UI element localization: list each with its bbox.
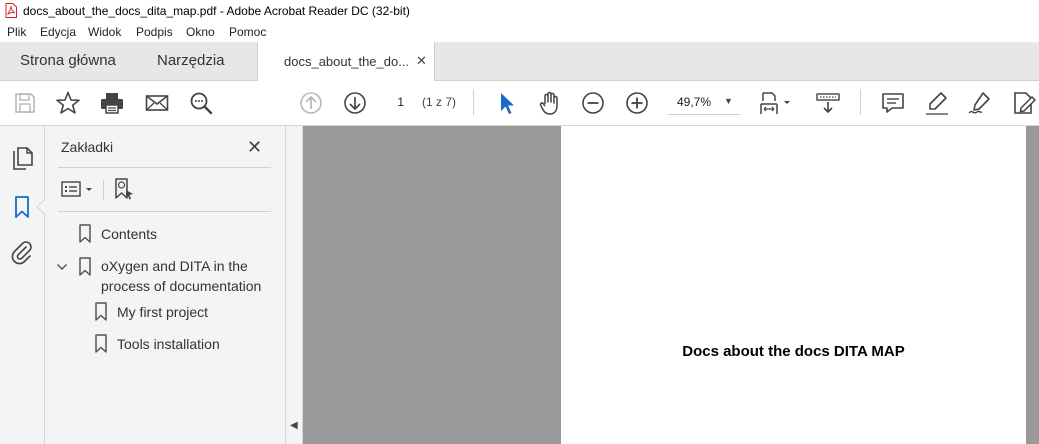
page-number-field[interactable]: 1 bbox=[386, 91, 416, 113]
page-number-value: 1 bbox=[397, 95, 404, 109]
bookmarks-icon[interactable] bbox=[11, 194, 35, 220]
bookmark-icon bbox=[79, 224, 91, 243]
save-icon[interactable] bbox=[12, 90, 38, 116]
comment-icon[interactable] bbox=[880, 90, 906, 116]
menu-podpis[interactable]: Podpis bbox=[136, 25, 173, 39]
search-icon[interactable] bbox=[188, 90, 214, 116]
menu-okno[interactable]: Okno bbox=[186, 25, 215, 39]
new-bookmark-icon[interactable] bbox=[112, 177, 136, 201]
attachments-icon[interactable] bbox=[9, 239, 35, 265]
edit-pdf-icon[interactable] bbox=[1011, 90, 1037, 116]
tab-bar bbox=[0, 42, 1039, 81]
prev-page-icon[interactable] bbox=[298, 90, 324, 116]
zoom-in-icon[interactable] bbox=[624, 90, 650, 116]
panel-toolbar-separator bbox=[103, 180, 104, 200]
menu-pomoc[interactable]: Pomoc bbox=[229, 25, 266, 39]
sign-icon[interactable] bbox=[967, 90, 993, 116]
print-icon[interactable] bbox=[99, 90, 125, 116]
toolbar-separator bbox=[860, 89, 861, 115]
zoom-select[interactable]: 49,7% ▼ bbox=[668, 92, 740, 115]
tab-document-label: docs_about_the_do... bbox=[284, 54, 410, 69]
menu-widok[interactable]: Widok bbox=[88, 25, 121, 39]
bookmark-item[interactable]: Contents bbox=[60, 221, 280, 247]
page-thumbnails-icon[interactable] bbox=[11, 146, 35, 172]
bookmark-label: My first project bbox=[117, 304, 209, 320]
document-heading: Docs about the docs DITA MAP bbox=[682, 343, 905, 360]
close-panel-icon[interactable]: ✕ bbox=[247, 137, 262, 158]
bookmark-item[interactable]: oXygen and DITA in the process of docume… bbox=[54, 256, 282, 298]
bookmark-label: Contents bbox=[101, 226, 158, 242]
bookmark-label: Tools installation bbox=[117, 336, 220, 352]
bookmark-label-line2: process of documentation bbox=[101, 278, 262, 294]
menu-plik[interactable]: Plik bbox=[7, 25, 26, 39]
navigation-rail bbox=[0, 126, 45, 444]
panel-divider bbox=[58, 211, 271, 212]
pdf-page bbox=[561, 126, 1026, 444]
bookmark-icon bbox=[79, 257, 91, 276]
page-count: (1 z 7) bbox=[422, 95, 457, 109]
close-tab-icon[interactable]: ✕ bbox=[416, 53, 427, 69]
tab-home[interactable]: Strona główna bbox=[20, 52, 116, 69]
toolbar-separator bbox=[473, 89, 474, 115]
select-cursor-icon[interactable] bbox=[494, 90, 520, 116]
bookmark-label: oXygen and DITA in the bbox=[101, 258, 248, 274]
panel-divider bbox=[58, 167, 271, 168]
menu-edycja[interactable]: Edycja bbox=[40, 25, 76, 39]
active-panel-pointer bbox=[36, 199, 45, 215]
bookmark-icon bbox=[95, 334, 107, 353]
hand-icon[interactable] bbox=[537, 90, 563, 116]
document-view-margin bbox=[1026, 126, 1039, 444]
window-title: docs_about_the_docs_dita_map.pdf - Adobe… bbox=[23, 4, 410, 18]
panel-splitter[interactable] bbox=[285, 126, 303, 444]
pdf-file-icon bbox=[5, 3, 17, 18]
zoom-value: 49,7% bbox=[677, 95, 712, 109]
bookmark-item[interactable]: My first project bbox=[90, 300, 280, 326]
fit-page-icon[interactable] bbox=[758, 90, 796, 116]
bookmark-options-icon[interactable] bbox=[61, 179, 97, 199]
star-icon[interactable] bbox=[55, 90, 81, 116]
collapse-panel-icon[interactable]: ◀ bbox=[290, 420, 298, 431]
scroll-mode-icon[interactable] bbox=[815, 90, 841, 116]
tab-document[interactable]: docs_about_the_do... ✕ bbox=[257, 42, 435, 82]
next-page-icon[interactable] bbox=[342, 90, 368, 116]
bookmark-item[interactable]: Tools installation bbox=[90, 332, 280, 358]
chevron-down-icon: ▼ bbox=[724, 96, 733, 106]
mail-icon[interactable] bbox=[144, 90, 170, 116]
panel-title: Zakładki bbox=[61, 139, 114, 155]
highlight-icon[interactable] bbox=[924, 90, 950, 116]
bookmark-icon bbox=[95, 302, 107, 321]
zoom-out-icon[interactable] bbox=[580, 90, 606, 116]
chevron-down-icon[interactable] bbox=[56, 262, 68, 272]
tab-tools[interactable]: Narzędzia bbox=[157, 52, 225, 69]
title-bar: docs_about_the_docs_dita_map.pdf - Adobe… bbox=[0, 0, 1039, 22]
